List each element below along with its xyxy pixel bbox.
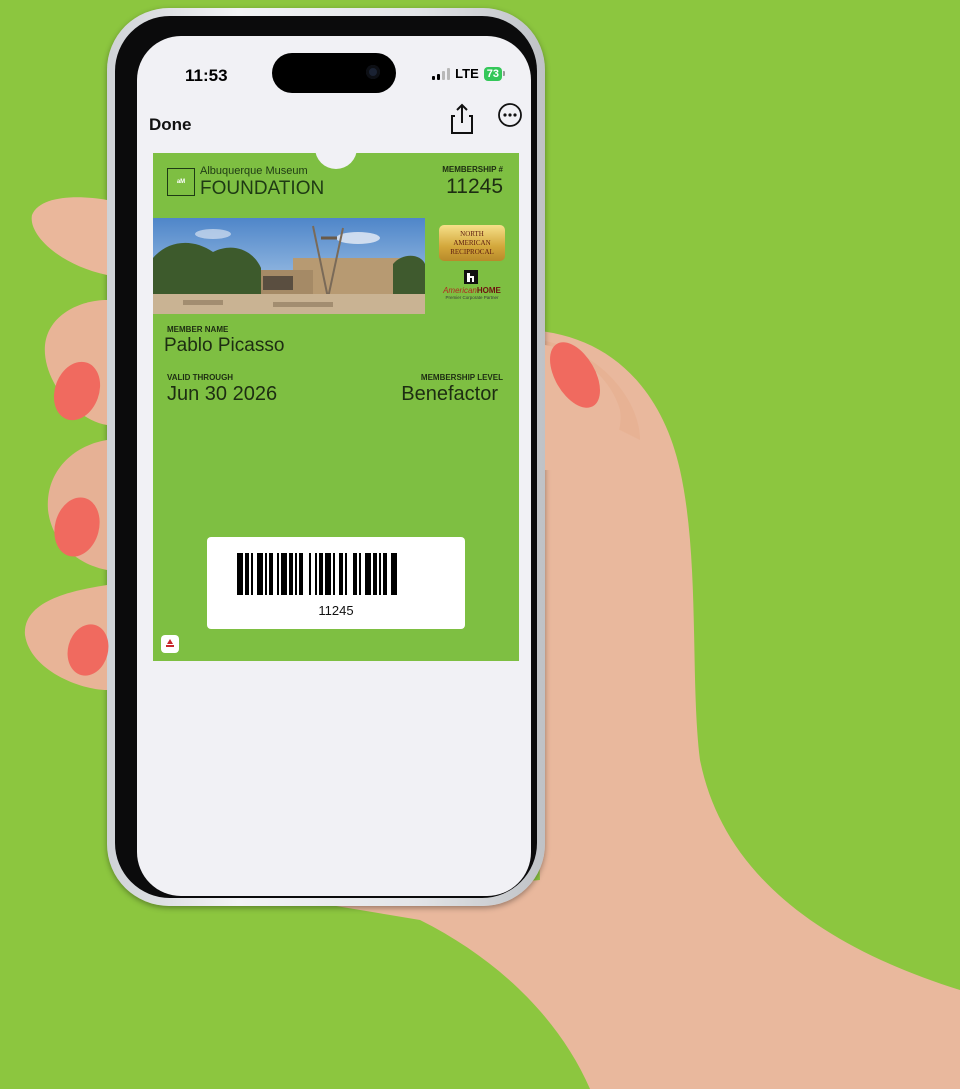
network-type: LTE (455, 66, 479, 81)
barcode-bar (383, 553, 387, 595)
barcode-bar (269, 553, 273, 595)
house-icon (464, 270, 478, 284)
barcode-bar (251, 553, 253, 595)
member-name: Pablo Picasso (164, 335, 285, 356)
membership-number-label: MEMBERSHIP # (442, 165, 503, 174)
pass-notch (315, 127, 357, 169)
status-indicators: LTE 73 (432, 66, 505, 81)
marketing-scene: 11:53 LTE 73 Done aM Albuquerque Museum … (0, 0, 960, 1089)
barcode-bar (365, 553, 371, 595)
logo-line-1: Albuquerque Museum (200, 165, 308, 177)
battery-percent: 73 (483, 66, 502, 81)
barcode-bar (319, 553, 323, 595)
membership-pass[interactable]: aM Albuquerque Museum FOUNDATION MEMBERS… (153, 127, 519, 661)
barcode-bar (373, 553, 377, 595)
barcode-bar (339, 553, 343, 595)
barcode-card[interactable]: 11245 (207, 537, 465, 629)
barcode-bar (353, 553, 357, 595)
membership-level: Benefactor (401, 383, 498, 405)
museum-logo: aM Albuquerque Museum FOUNDATION (167, 166, 324, 198)
done-button[interactable]: Done (149, 115, 192, 135)
reciprocal-badge: NORTH AMERICAN RECIPROCAL (439, 225, 505, 261)
barcode-bar (237, 553, 243, 595)
museum-photo (153, 218, 425, 314)
membership-number: 11245 (446, 175, 503, 198)
barcode-bar (277, 553, 279, 595)
status-time: 11:53 (185, 66, 228, 85)
barcode-bar (295, 553, 297, 595)
barcode-bar (315, 553, 317, 595)
barcode-number: 11245 (318, 603, 354, 618)
barcode-bar (265, 553, 267, 595)
barcode-bar (359, 553, 361, 595)
phone-screen: 11:53 LTE 73 Done aM Albuquerque Museum … (137, 36, 531, 896)
valid-through: Jun 30 2026 (167, 383, 278, 405)
dynamic-island (272, 53, 396, 93)
share-icon[interactable] (447, 102, 477, 136)
logo-badge: aM (167, 168, 195, 196)
app-icon (161, 635, 179, 653)
member-name-label: MEMBER NAME (167, 325, 229, 334)
barcode-bar (379, 553, 381, 595)
phone-bezel: 11:53 LTE 73 Done aM Albuquerque Museum … (115, 16, 537, 898)
logo-line-2: FOUNDATION (200, 178, 325, 199)
signal-icon (432, 67, 451, 80)
partner-logo: AmericanHOME Premier Corporate Partner (439, 286, 505, 300)
barcode-bar (245, 553, 249, 595)
barcode-bar (257, 553, 263, 595)
front-camera-icon (366, 65, 380, 79)
barcode-bar (345, 553, 347, 595)
partner-name-script: American (443, 286, 477, 295)
partner-tagline: Premier Corporate Partner (445, 295, 499, 300)
barcode-bar (299, 553, 303, 595)
barcode-bar (325, 553, 331, 595)
barcode (237, 553, 397, 595)
barcode-bar (333, 553, 335, 595)
valid-through-label: VALID THROUGH (167, 373, 234, 382)
barcode-bar (281, 553, 287, 595)
ellipsis-circle-icon[interactable] (497, 102, 523, 128)
membership-level-label: MEMBERSHIP LEVEL (420, 373, 503, 382)
iphone-frame: 11:53 LTE 73 Done aM Albuquerque Museum … (107, 8, 545, 906)
partner-name-bold: HOME (476, 286, 501, 295)
battery-icon: 73 (483, 66, 505, 81)
barcode-bar (309, 553, 311, 595)
barcode-bar (289, 553, 293, 595)
barcode-bar (391, 553, 397, 595)
